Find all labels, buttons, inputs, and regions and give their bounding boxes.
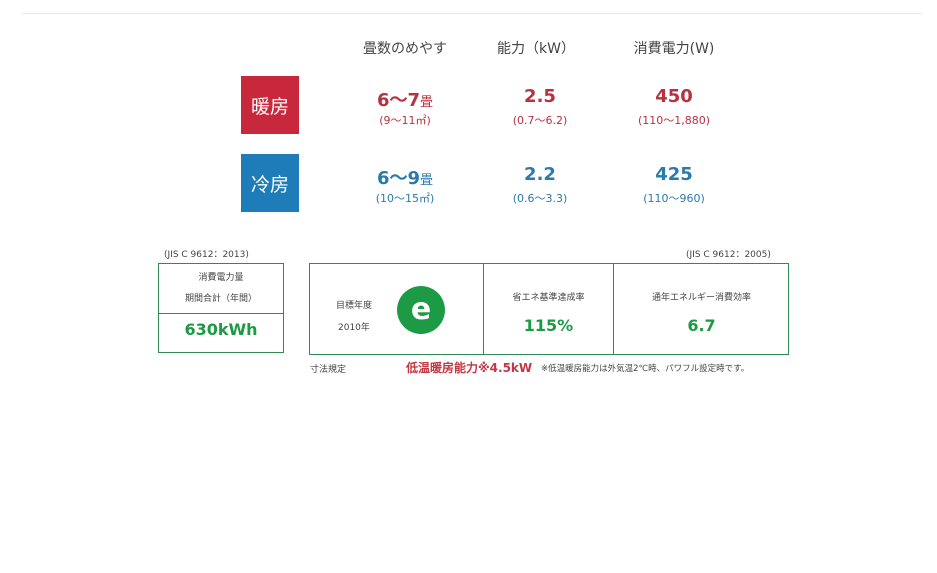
target-year-label: 目標年度 — [336, 301, 373, 311]
achievement-rate-label: 省エネ基準達成率 — [512, 293, 585, 303]
low-temp-footnote: ※低温暖房能力は外気温2℃時、パワフル設定時です。 — [541, 364, 750, 374]
energy-saving-e-mark-icon: e — [397, 286, 445, 334]
cooling-tatami-value: 6～9 — [376, 168, 421, 189]
cooling-consumption-value: 425 — [655, 164, 693, 185]
apf-label: 通年エネルギー消費効率 — [651, 293, 751, 303]
jis-standard-right: (JIS C 9612：2005) — [686, 250, 771, 260]
annual-consumption-box: 消費電力量 期間合計（年間） 630kWh — [158, 263, 284, 353]
cooling-consumption-range: (110～960) — [643, 192, 705, 205]
annual-period-label: 期間合計（年間） — [184, 294, 257, 304]
header-power: 能力（kW） — [497, 41, 575, 57]
cooling-power-range: (0.6～3.3) — [512, 192, 568, 205]
heating-power-range: (0.7～6.2) — [512, 114, 568, 127]
svg-text:e: e — [411, 292, 431, 327]
heating-tatami-unit: 畳 — [420, 95, 434, 110]
heating-tatami-value: 6～7 — [376, 90, 421, 111]
cooling-tatami-range: (10～15㎡) — [375, 192, 435, 205]
annual-divider — [159, 313, 283, 314]
energy-saving-box: 目標年度 2010年 e 省エネ基準達成率 115% 通年エネルギー消費効率 6… — [309, 263, 789, 355]
header-tatami: 畳数のめやす — [363, 41, 447, 57]
annual-consumption-value: 630kWh — [184, 320, 258, 339]
heating-consumption-value: 450 — [655, 86, 693, 107]
heating-power-value: 2.5 — [524, 86, 556, 107]
dimension-note: 寸法規定 — [310, 365, 347, 375]
cooling-badge: 冷房 — [241, 154, 299, 212]
cooling-tatami-unit: 畳 — [420, 173, 434, 188]
cooling-power-value: 2.2 — [524, 164, 556, 185]
header-consumption: 消費電力(W) — [633, 41, 715, 57]
top-divider — [22, 13, 922, 14]
cooling-tatami: 6～9畳 — [335, 164, 475, 190]
apf-value: 6.7 — [687, 316, 716, 335]
spec-page: 畳数のめやす 能力（kW） 消費電力(W) 暖房 6～7畳 (9～11㎡) 2.… — [0, 0, 937, 573]
achievement-rate-value: 115% — [523, 316, 574, 335]
target-year-value: 2010年 — [338, 323, 370, 333]
heating-tatami-range: (9～11㎡) — [379, 114, 431, 127]
heating-tatami: 6～7畳 — [335, 86, 475, 112]
energy-divider-1 — [483, 264, 484, 354]
jis-standard-left: (JIS C 9612：2013) — [164, 250, 249, 260]
low-temp-capacity: 低温暖房能力※4.5kW — [406, 361, 533, 375]
heating-consumption-range: (110～1,880) — [637, 114, 711, 127]
annual-label: 消費電力量 — [198, 273, 244, 283]
energy-divider-2 — [613, 264, 614, 354]
heating-badge: 暖房 — [241, 76, 299, 134]
